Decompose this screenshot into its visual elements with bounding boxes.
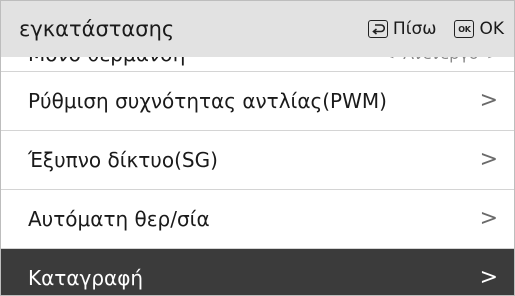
list-item-label: Αυτόματη θερ/σία	[28, 207, 210, 231]
page-title: εγκατάστασης	[19, 17, 175, 41]
back-icon	[367, 20, 388, 38]
back-label: Πίσω	[392, 19, 437, 39]
settings-list: Μόνο θέρμανση < Ανενεργό > Ρύθμιση συχνό…	[1, 37, 514, 295]
back-button[interactable]: Πίσω	[367, 19, 437, 39]
list-item-label: Ρύθμιση συχνότητας αντλίας(PWM)	[28, 89, 387, 113]
chevron-right-icon: >	[479, 147, 498, 172]
chevron-right-icon: >	[479, 88, 498, 113]
list-item-smart-grid[interactable]: Έξυπνο δίκτυο(SG) >	[1, 131, 514, 190]
ok-button[interactable]: OK OK	[454, 19, 504, 39]
list-item-label: Καταγραφή	[28, 266, 144, 290]
list-item-pump-pwm[interactable]: Ρύθμιση συχνότητας αντλίας(PWM) >	[1, 72, 514, 131]
list-item-label: Έξυπνο δίκτυο(SG)	[28, 148, 218, 172]
header-actions: Πίσω OK OK	[367, 1, 504, 57]
ok-label: OK	[479, 19, 504, 39]
list-item-auto-disinfection[interactable]: Αυτόματη θερ/σία >	[1, 190, 514, 249]
header-bar: εγκατάστασης Πίσω OK OK	[1, 1, 514, 57]
chevron-right-icon: >	[479, 206, 498, 231]
installer-menu-screen: εγκατάστασης Πίσω OK OK Μόνο θέρμανση	[0, 0, 515, 296]
ok-key-icon: OK	[454, 20, 475, 38]
chevron-right-icon: >	[479, 265, 498, 290]
list-item-logging[interactable]: Καταγραφή >	[1, 249, 514, 295]
